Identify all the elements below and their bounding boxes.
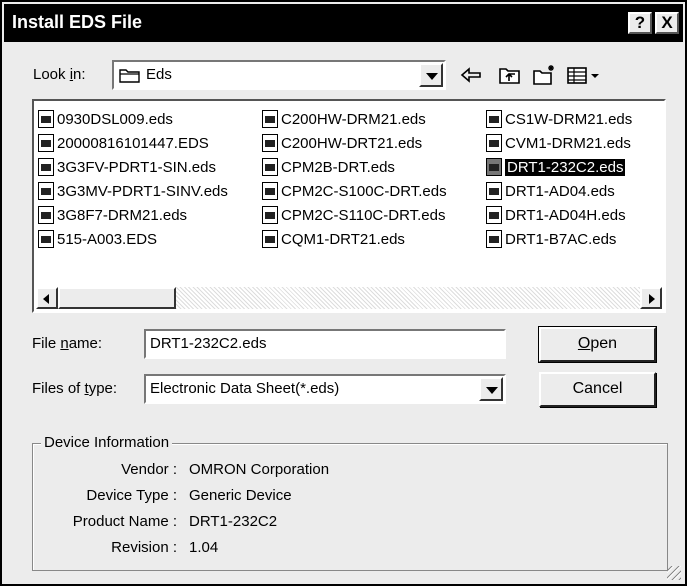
look-in-dropdown-button[interactable] (419, 63, 443, 87)
file-item[interactable]: 3G8F7-DRM21.eds (38, 203, 228, 227)
back-icon[interactable] (459, 64, 483, 86)
file-column-2: C200HW-DRM21.eds C200HW-DRT21.eds CPM2B-… (262, 107, 447, 251)
file-item[interactable]: 3G3FV-PDRT1-SIN.eds (38, 155, 228, 179)
eds-file-icon (486, 134, 502, 152)
eds-file-icon (262, 134, 278, 152)
revision-value: 1.04 (189, 539, 219, 556)
files-of-type-label: Files of type: (32, 380, 118, 397)
dialog-title: Install EDS File (12, 12, 143, 32)
folder-icon (119, 69, 140, 83)
scroll-right-button[interactable] (640, 287, 662, 309)
file-item[interactable]: CPM2B-DRT.eds (262, 155, 447, 179)
vendor-label: Vendor : (121, 461, 177, 478)
file-item[interactable]: 20000816101447.EDS (38, 131, 228, 155)
files-of-type-select[interactable]: Electronic Data Sheet(*.eds) (144, 374, 506, 404)
file-item[interactable]: 0930DSL009.eds (38, 107, 228, 131)
look-in-value: Eds (146, 66, 172, 83)
files-of-type-dropdown-button[interactable] (479, 377, 503, 401)
eds-file-icon (262, 182, 278, 200)
horizontal-scrollbar[interactable] (36, 287, 662, 309)
product-name-value: DRT1-232C2 (189, 513, 278, 530)
eds-file-icon (38, 230, 54, 248)
file-column-1: 0930DSL009.eds 20000816101447.EDS 3G3FV-… (38, 107, 228, 251)
file-item[interactable]: CPM2C-S110C-DRT.eds (262, 203, 447, 227)
look-in-combo[interactable]: Eds (112, 60, 446, 90)
eds-file-icon (486, 230, 502, 248)
eds-file-icon (486, 206, 502, 224)
scroll-thumb[interactable] (58, 287, 176, 309)
revision-label: Revision : (111, 539, 177, 556)
eds-file-icon (38, 158, 54, 176)
cancel-button[interactable]: Cancel (539, 372, 656, 407)
eds-file-icon (486, 182, 502, 200)
file-column-3: CS1W-DRM21.eds CVM1-DRM21.eds DRT1-232C2… (486, 107, 632, 251)
eds-file-icon (38, 110, 54, 128)
eds-file-icon (486, 158, 502, 176)
file-name-value: DRT1-232C2.eds (150, 335, 267, 352)
close-button[interactable]: X (655, 12, 679, 34)
open-button[interactable]: Open (538, 326, 657, 363)
eds-file-icon (486, 110, 502, 128)
eds-file-icon (262, 110, 278, 128)
device-information-legend: Device Information (41, 434, 173, 451)
help-button[interactable]: ? (628, 12, 652, 34)
file-item[interactable]: DRT1-AD04.eds (486, 179, 632, 203)
eds-file-icon (262, 230, 278, 248)
eds-file-icon (38, 182, 54, 200)
file-item[interactable]: 3G3MV-PDRT1-SINV.eds (38, 179, 228, 203)
eds-file-icon (262, 206, 278, 224)
eds-file-icon (38, 206, 54, 224)
file-item[interactable]: C200HW-DRT21.eds (262, 131, 447, 155)
view-menu-icon[interactable] (566, 64, 606, 86)
file-item[interactable]: DRT1-AD04H.eds (486, 203, 632, 227)
file-item[interactable]: C200HW-DRM21.eds (262, 107, 447, 131)
file-item[interactable]: 515-A003.EDS (38, 227, 228, 251)
file-list[interactable]: 0930DSL009.eds 20000816101447.EDS 3G3FV-… (32, 99, 666, 313)
product-name-label: Product Name : (72, 513, 177, 530)
title-bar[interactable]: Install EDS File ? X (4, 4, 683, 42)
new-folder-icon[interactable] (532, 64, 558, 86)
look-in-label: Look in: (33, 66, 86, 83)
file-item[interactable]: CQM1-DRT21.eds (262, 227, 447, 251)
vendor-value: OMRON Corporation (189, 461, 330, 478)
file-item[interactable]: CS1W-DRM21.eds (486, 107, 632, 131)
device-information-group: Device Information Vendor : OMRON Corpor… (32, 434, 668, 571)
file-item-selected[interactable]: DRT1-232C2.eds (486, 155, 632, 179)
file-item[interactable]: CPM2C-S100C-DRT.eds (262, 179, 447, 203)
device-type-value: Generic Device (189, 487, 292, 504)
files-of-type-value: Electronic Data Sheet(*.eds) (150, 380, 340, 397)
file-item[interactable]: CVM1-DRM21.eds (486, 131, 632, 155)
install-eds-dialog: Install EDS File ? X Look in: Eds 0930DS… (0, 0, 687, 586)
file-item[interactable]: DRT1-B7AC.eds (486, 227, 632, 251)
file-name-label: File name: (32, 335, 103, 352)
eds-file-icon (262, 158, 278, 176)
device-type-label: Device Type : (86, 487, 177, 504)
scroll-left-button[interactable] (36, 287, 58, 309)
up-folder-icon[interactable] (498, 64, 522, 86)
file-name-input[interactable]: DRT1-232C2.eds (144, 329, 506, 359)
eds-file-icon (38, 134, 54, 152)
resize-grip[interactable] (667, 566, 681, 580)
